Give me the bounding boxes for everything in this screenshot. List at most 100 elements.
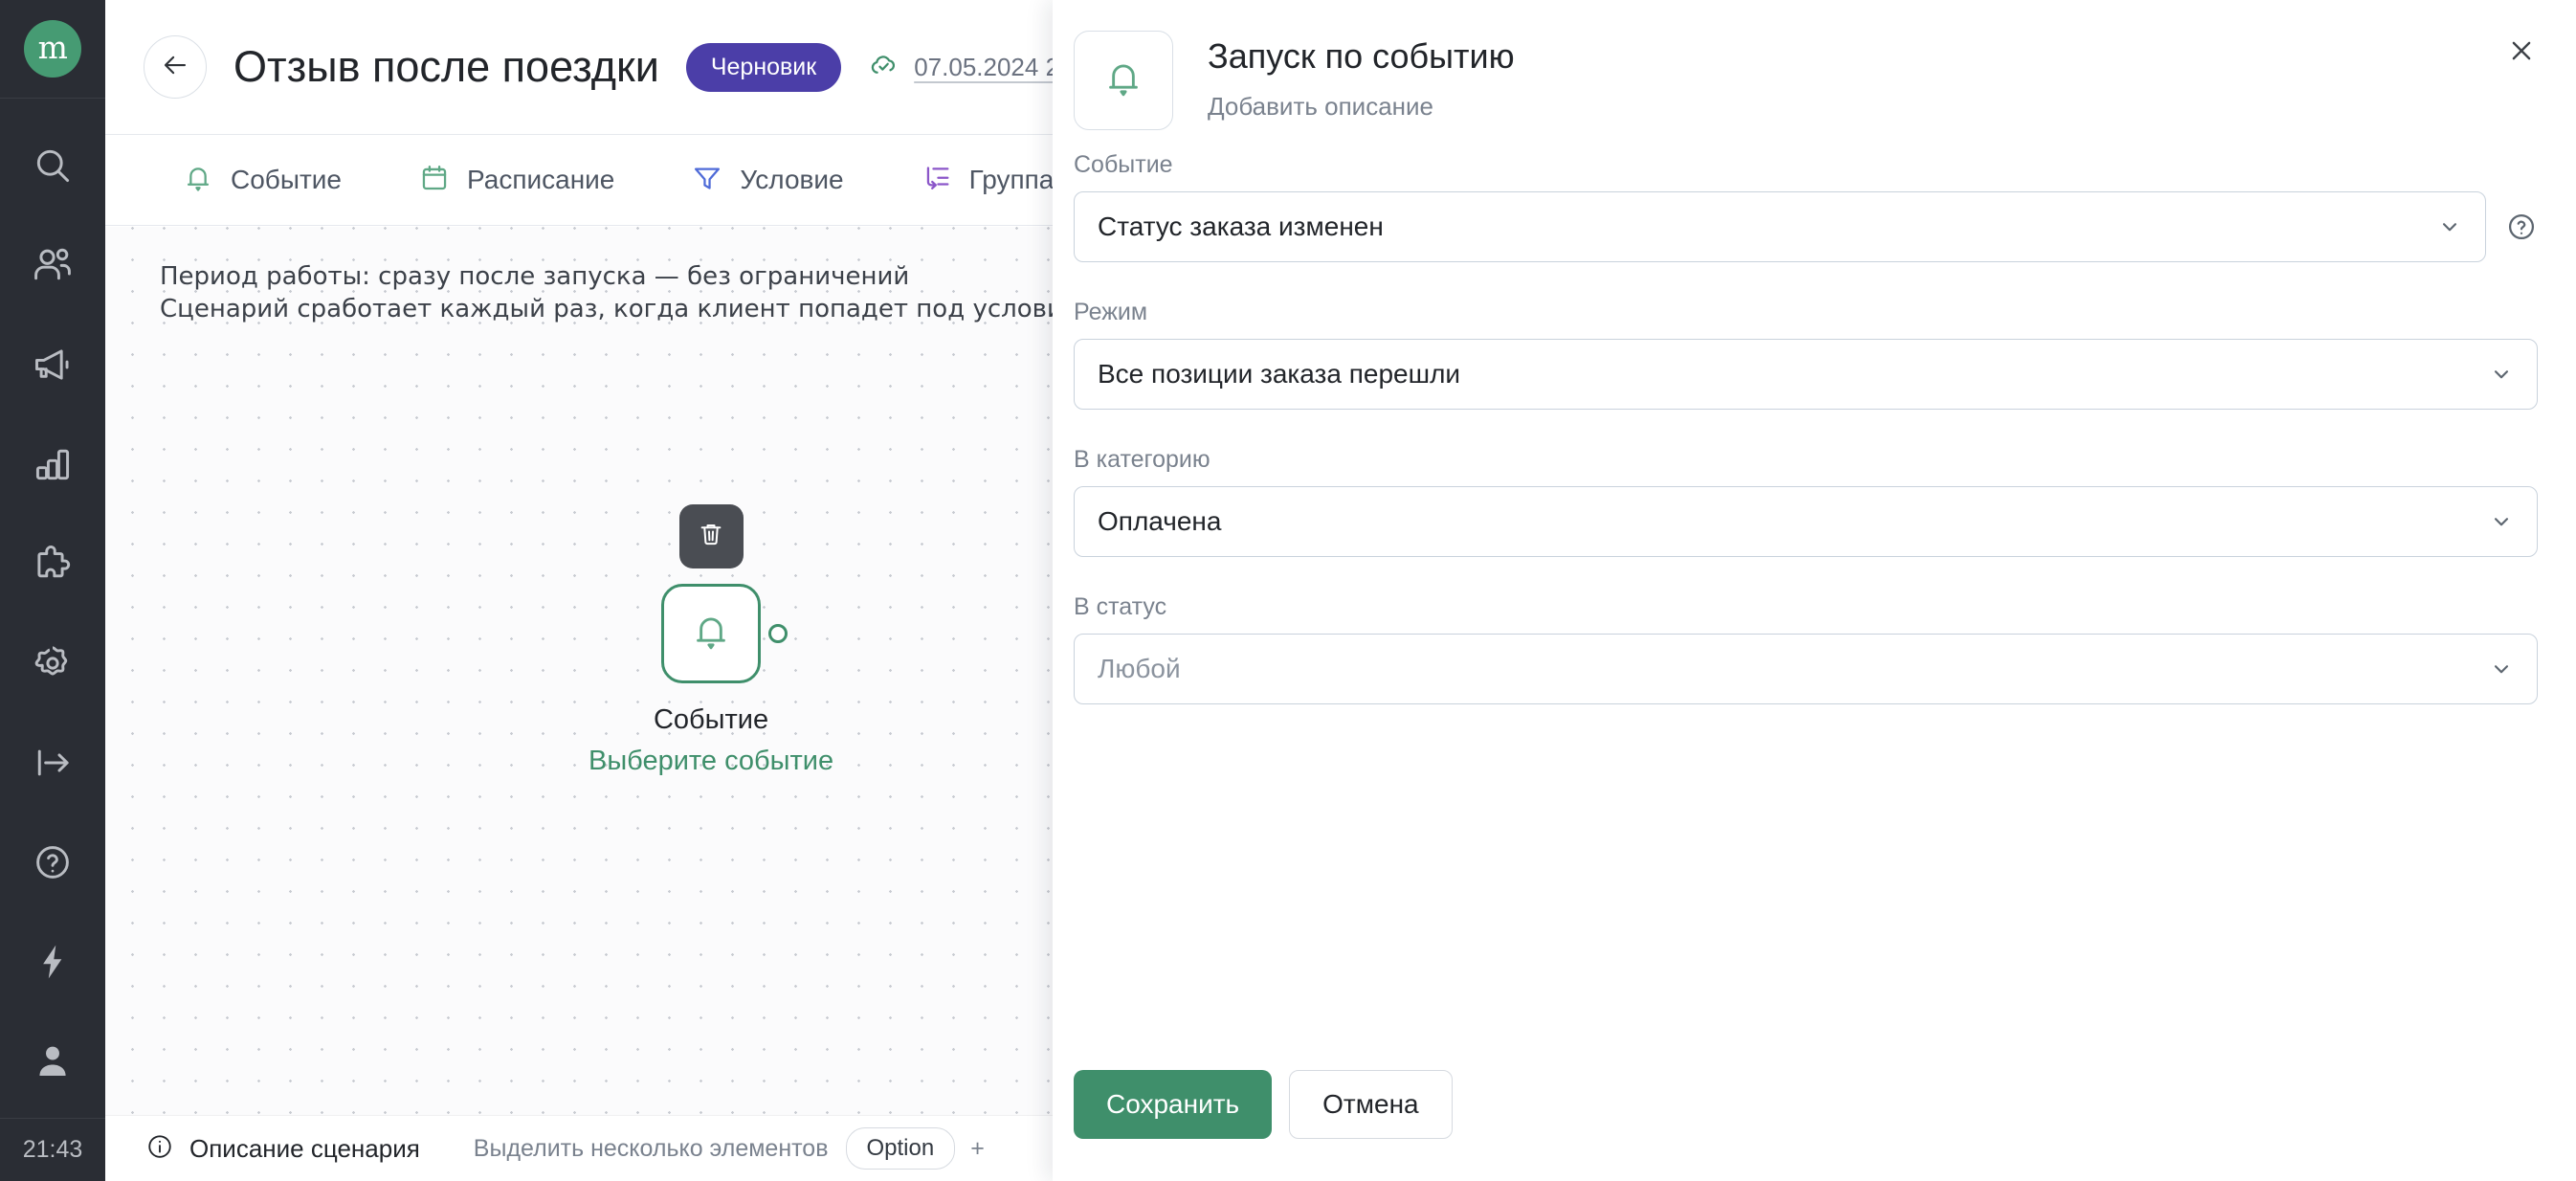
panel-header: Запуск по событию Добавить описание bbox=[1053, 0, 2576, 130]
app-logo[interactable]: m bbox=[24, 20, 81, 78]
saved-info: 07.05.2024 21 bbox=[868, 49, 1074, 86]
chevron-down-icon bbox=[2489, 362, 2514, 387]
bell-icon bbox=[689, 610, 733, 658]
kbd-option: Option bbox=[845, 1127, 956, 1170]
bell-icon bbox=[1101, 56, 1145, 105]
sidebar-nav bbox=[0, 99, 105, 1111]
field-row: Любой bbox=[1074, 634, 2538, 704]
field-label: В статус bbox=[1074, 593, 1167, 620]
save-button[interactable]: Сохранить bbox=[1074, 1070, 1273, 1139]
users-icon bbox=[32, 244, 74, 286]
tab-condition[interactable]: Условие bbox=[653, 135, 881, 226]
select-status[interactable]: Любой bbox=[1074, 634, 2538, 704]
node-box-event[interactable] bbox=[661, 584, 788, 683]
cloud-check-icon bbox=[868, 49, 900, 86]
canvas-note-line-1: Период работы: сразу после запуска — без… bbox=[160, 262, 910, 291]
group-flow-icon bbox=[921, 162, 953, 199]
filter-icon bbox=[691, 162, 723, 199]
tab-label: Расписание bbox=[467, 165, 615, 194]
person-icon bbox=[32, 1040, 74, 1082]
trash-icon bbox=[697, 520, 725, 553]
panel-add-description-link[interactable]: Добавить описание bbox=[1208, 92, 1515, 122]
sidebar-item-automations[interactable] bbox=[0, 912, 105, 1012]
field-row: Статус заказа изменен bbox=[1074, 191, 2538, 262]
event-node: Событие Выберите событие bbox=[588, 504, 833, 777]
sidebar-item-settings[interactable] bbox=[0, 613, 105, 713]
node-delete-button[interactable] bbox=[678, 504, 744, 568]
field-status: В статус Любой bbox=[1074, 593, 2538, 704]
info-circle-icon bbox=[145, 1132, 174, 1166]
select-event[interactable]: Статус заказа изменен bbox=[1074, 191, 2486, 262]
select-value: Статус заказа изменен bbox=[1098, 212, 1384, 241]
select-value: Оплачена bbox=[1098, 506, 1222, 536]
field-row: Все позиции заказа перешли bbox=[1074, 339, 2538, 410]
node-title: Событие bbox=[653, 704, 769, 735]
sidebar: m 21:43 bbox=[0, 0, 105, 1181]
megaphone-icon bbox=[32, 344, 74, 386]
tab-label: Событие bbox=[231, 165, 342, 194]
calendar-icon bbox=[418, 162, 451, 199]
arrow-left-icon bbox=[161, 51, 189, 84]
help-icon[interactable] bbox=[2505, 211, 2538, 243]
tab-event[interactable]: Событие bbox=[144, 135, 380, 226]
saved-date[interactable]: 07.05.2024 21 bbox=[914, 53, 1073, 82]
sidebar-item-profile[interactable] bbox=[0, 1012, 105, 1111]
field-label: В категорию bbox=[1074, 446, 1210, 473]
chevron-down-icon bbox=[2437, 214, 2462, 239]
event-settings-panel: Запуск по событию Добавить описание Собы… bbox=[1053, 0, 2576, 1181]
node-subtitle-link[interactable]: Выберите событие bbox=[588, 746, 833, 777]
tab-label: Группа bbox=[968, 165, 1055, 194]
panel-footer: Сохранить Отмена bbox=[1053, 1070, 2576, 1181]
scenario-description-label: Описание сценария bbox=[189, 1133, 420, 1163]
sidebar-item-campaigns[interactable] bbox=[0, 315, 105, 414]
select-value: Все позиции заказа перешли bbox=[1098, 359, 1461, 389]
close-icon bbox=[2507, 36, 2536, 70]
bar-chart-icon bbox=[32, 443, 74, 485]
select-value: Любой bbox=[1098, 654, 1181, 683]
field-row: Оплачена bbox=[1074, 486, 2538, 557]
page-title: Отзыв после поездки bbox=[233, 42, 659, 91]
tab-label: Условие bbox=[740, 165, 844, 194]
gear-icon bbox=[32, 642, 74, 684]
sidebar-item-integrations[interactable] bbox=[0, 514, 105, 613]
puzzle-icon bbox=[32, 543, 74, 585]
sidebar-item-clients[interactable] bbox=[0, 215, 105, 315]
field-category: В категорию Оплачена bbox=[1074, 446, 2538, 557]
sidebar-item-help[interactable] bbox=[0, 813, 105, 912]
scenario-description-button[interactable]: Описание сценария bbox=[145, 1132, 420, 1166]
search-icon bbox=[32, 145, 74, 187]
back-button[interactable] bbox=[144, 35, 207, 99]
node-output-port[interactable] bbox=[768, 624, 788, 643]
field-mode: Режим Все позиции заказа перешли bbox=[1074, 299, 2538, 410]
sidebar-item-analytics[interactable] bbox=[0, 414, 105, 514]
lightning-icon bbox=[32, 941, 74, 983]
cancel-button[interactable]: Отмена bbox=[1289, 1070, 1453, 1139]
logo-zone: m bbox=[0, 0, 105, 99]
kbd-plus: + bbox=[970, 1134, 985, 1162]
tab-schedule[interactable]: Расписание bbox=[380, 135, 653, 226]
multiselect-hint: Выделить несколько элементов bbox=[473, 1134, 829, 1162]
panel-body: Событие Статус заказа изменен Режим Все … bbox=[1053, 130, 2576, 1070]
close-button[interactable] bbox=[2499, 31, 2543, 75]
canvas-note: Период работы: сразу после запуска — без… bbox=[160, 260, 1078, 326]
panel-icon-box bbox=[1074, 31, 1173, 130]
main-area: Отзыв после поездки Черновик 07.05.2024 … bbox=[105, 0, 2576, 1181]
status-badge[interactable]: Черновик bbox=[685, 42, 842, 92]
field-label: Событие bbox=[1074, 151, 1173, 178]
panel-title: Запуск по событию bbox=[1208, 36, 1515, 76]
select-mode[interactable]: Все позиции заказа перешли bbox=[1074, 339, 2538, 410]
sidebar-item-search[interactable] bbox=[0, 116, 105, 215]
field-event: Событие Статус заказа изменен bbox=[1074, 151, 2538, 262]
canvas-note-line-2: Сценарий сработает каждый раз, когда кли… bbox=[160, 295, 1078, 324]
panel-head-text: Запуск по событию Добавить описание bbox=[1208, 27, 1515, 122]
select-category[interactable]: Оплачена bbox=[1074, 486, 2538, 557]
question-circle-icon bbox=[32, 841, 74, 883]
field-label: Режим bbox=[1074, 299, 1148, 325]
chevron-down-icon bbox=[2489, 509, 2514, 534]
sidebar-clock: 21:43 bbox=[0, 1118, 105, 1181]
sidebar-item-logout[interactable] bbox=[0, 713, 105, 813]
bell-icon bbox=[182, 162, 214, 199]
